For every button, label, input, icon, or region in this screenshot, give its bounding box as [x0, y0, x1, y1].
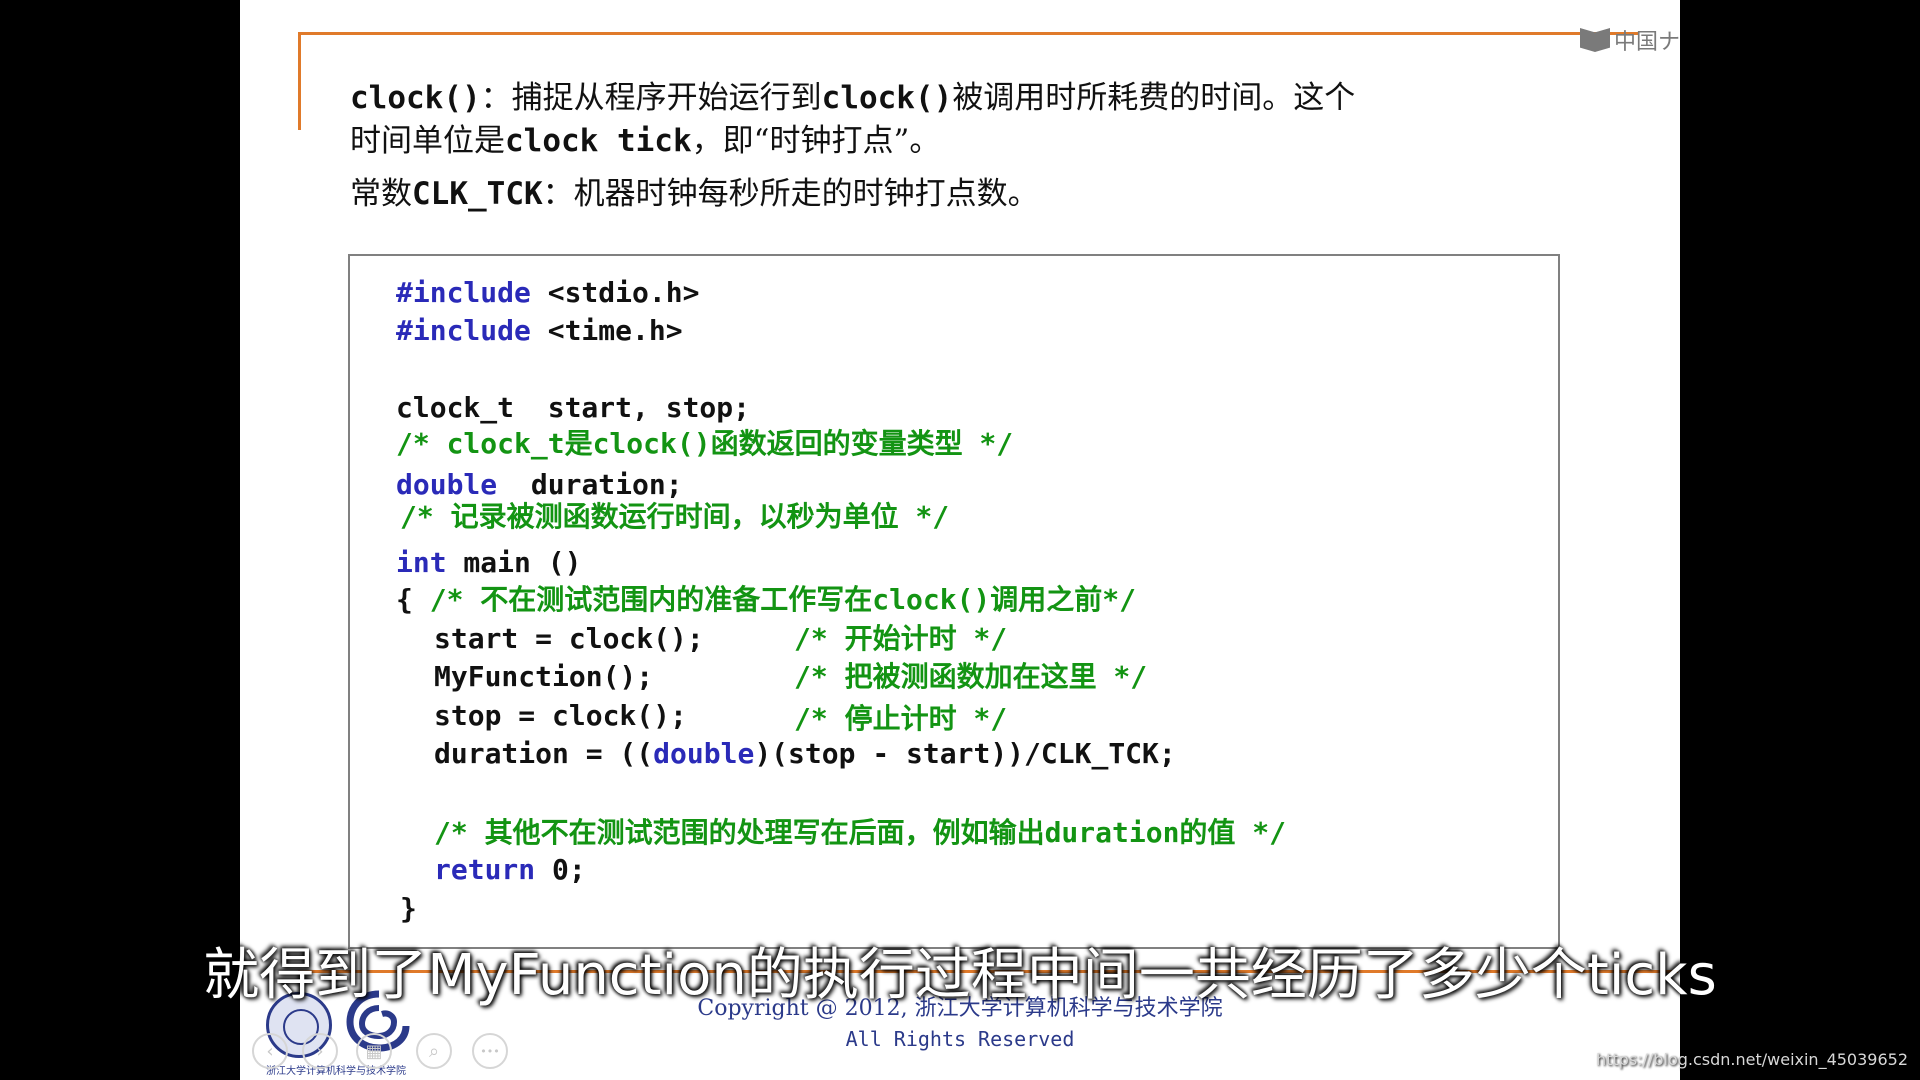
intro-text: 时间单位是	[350, 123, 505, 159]
code-line: double duration;	[396, 468, 683, 501]
next-slide-icon[interactable]: ›	[302, 1033, 338, 1069]
code-line: int main ()	[396, 546, 582, 579]
orange-rule-left	[298, 32, 301, 130]
intro-text: 常数	[350, 176, 412, 212]
video-subtitle: 就得到了MyFunction的执行过程中间一共经历了多少个ticks	[203, 943, 1717, 1008]
code-comment: /* 停止计时 */	[794, 702, 1008, 735]
code-comment: /* 其他不在测试范围的处理写在后面，例如输出duration的值 */	[434, 816, 1287, 849]
code-line: #include <stdio.h>	[396, 276, 700, 309]
search-icon[interactable]: ⌕	[416, 1033, 452, 1069]
code-line: stop = clock();	[434, 699, 687, 732]
intro-text: ：机器时钟每秒所走的时钟打点数。	[542, 176, 1039, 212]
code-line: MyFunction();	[434, 660, 654, 693]
slide: 中国ナ clock()：捕捉从程序开始运行到clock()被调用时所耗费的时间。…	[240, 0, 1680, 1080]
orange-rule-top	[298, 32, 1638, 35]
intro-text: 被调用时所耗费的时间。这个	[952, 80, 1356, 116]
brand-watermark: 中国ナ	[1580, 24, 1680, 56]
code-line: start = clock();	[434, 622, 704, 655]
code-comment: /* 记录被测函数运行时间，以秒为单位 */	[400, 500, 950, 533]
code-line: }	[400, 892, 417, 925]
intro-line-3: 常数CLK_TCK：机器时钟每秒所走的时钟打点数。	[350, 168, 1039, 213]
code-line: duration = ((double)(stop - start))/CLK_…	[434, 737, 1176, 770]
code-block: #include <stdio.h> #include <time.h> clo…	[348, 254, 1560, 949]
rights-text: All Rights Reserved	[845, 1027, 1075, 1051]
url-watermark: https://blog.csdn.net/weixin_45039652	[1595, 1050, 1908, 1069]
code-line: #include <time.h>	[396, 314, 683, 347]
intro-text: ，即“时钟打点”。	[691, 123, 941, 159]
code-line: return 0;	[434, 853, 586, 886]
intro-code-clock: clock()	[350, 80, 481, 116]
intro-text: ：捕捉从程序开始运行到	[480, 80, 822, 116]
code-comment: /* 开始计时 */	[794, 622, 1008, 655]
intro-code-clk-tck: CLK_TCK	[412, 176, 543, 212]
code-line: clock_t start, stop;	[396, 391, 751, 424]
code-comment: /* 把被测函数加在这里 */	[794, 660, 1148, 693]
book-icon	[1580, 28, 1610, 52]
prev-slide-icon[interactable]: ‹	[252, 1033, 288, 1069]
more-icon[interactable]: •••	[472, 1033, 508, 1069]
brand-label: 中国ナ	[1614, 30, 1680, 55]
intro-code-tick: clock tick	[505, 123, 692, 159]
code-line: { /* 不在测试范围内的准备工作写在clock()调用之前*/	[396, 583, 1137, 616]
intro-line-1: clock()：捕捉从程序开始运行到clock()被调用时所耗费的时间。这个	[350, 72, 1355, 117]
intro-line-2: 时间单位是clock tick，即“时钟打点”。	[350, 115, 940, 160]
code-comment: /* clock_t是clock()函数返回的变量类型 */	[396, 427, 1014, 460]
layout-icon[interactable]: ▦	[356, 1033, 392, 1069]
intro-code-clock-2: clock()	[821, 80, 953, 116]
